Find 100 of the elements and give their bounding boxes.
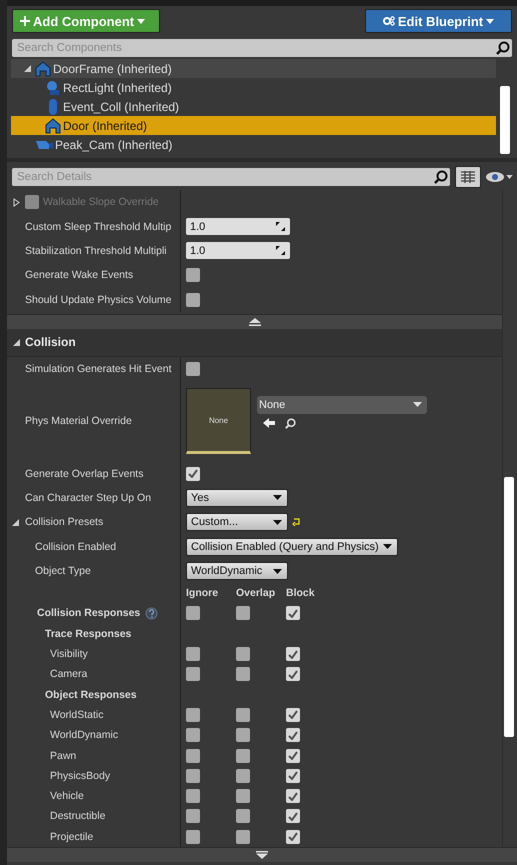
house-icon — [45, 118, 61, 134]
checkbox[interactable] — [236, 728, 250, 742]
property-label: PhysicsBody — [50, 770, 110, 782]
dropdown[interactable]: Custom... — [186, 513, 288, 532]
checkbox[interactable] — [186, 728, 200, 742]
property-label: Visibility — [50, 648, 88, 660]
search-components-field[interactable]: Search Components — [12, 39, 512, 57]
search-icon[interactable] — [285, 418, 296, 429]
expand-arrow-icon[interactable] — [12, 518, 19, 526]
checkbox[interactable] — [186, 466, 200, 481]
checkbox[interactable] — [286, 789, 300, 804]
checkbox[interactable] — [236, 809, 250, 824]
component-tree-item[interactable]: Peak_Cam (Inherited) — [11, 135, 496, 154]
component-tree-item[interactable]: DoorFrame (Inherited) — [11, 59, 496, 78]
checkbox[interactable] — [236, 789, 250, 804]
checkbox[interactable] — [286, 809, 300, 824]
checkbox[interactable] — [236, 830, 250, 844]
property-label: Stabilization Threshold Multipli — [25, 244, 167, 257]
component-tree-item[interactable]: Event_Coll (Inherited) — [11, 97, 496, 116]
checkbox[interactable] — [186, 830, 200, 844]
property-label: Can Character Step Up On — [25, 492, 152, 504]
property-label: WorldDynamic — [50, 729, 118, 742]
collapse-arrow-icon[interactable] — [248, 318, 260, 326]
expand-down-arrow-icon[interactable] — [256, 850, 268, 859]
property-label: Collision Presets — [25, 516, 104, 528]
property-label: Camera — [50, 668, 88, 680]
dropdown[interactable]: Collision Enabled (Query and Physics) — [186, 538, 398, 556]
property-label: Custom Sleep Threshold Multip — [25, 220, 172, 233]
left-arrow-icon[interactable] — [263, 418, 275, 428]
property-label: Destructible — [50, 810, 106, 822]
property-label: Vehicle — [50, 790, 84, 802]
checkbox[interactable] — [236, 708, 250, 722]
checkbox[interactable] — [236, 748, 250, 763]
search-details-field[interactable]: Search Details — [12, 168, 450, 186]
number-field[interactable]: 1.0 — [186, 242, 290, 260]
caret-icon — [273, 568, 282, 574]
visibility-button[interactable] — [486, 172, 513, 182]
checkbox[interactable] — [186, 292, 200, 307]
checkbox[interactable] — [286, 768, 300, 783]
checkbox[interactable] — [186, 606, 200, 620]
caret-icon — [413, 402, 422, 408]
caret-icon — [137, 18, 146, 24]
reset-arrow-icon[interactable] — [292, 518, 300, 526]
checkbox[interactable] — [186, 268, 200, 282]
house-icon — [35, 60, 51, 76]
search-icon — [496, 41, 510, 55]
property-label: Collision Enabled — [35, 540, 116, 553]
gears-icon — [382, 16, 395, 26]
caret-icon — [273, 495, 282, 500]
bulb-icon — [45, 80, 61, 96]
checkbox[interactable] — [186, 362, 200, 376]
property-label: Generate Overlap Events — [25, 468, 144, 480]
checkbox[interactable] — [236, 606, 250, 620]
checkbox[interactable] — [186, 809, 200, 824]
checkbox[interactable] — [286, 647, 300, 662]
asset-dropdown[interactable]: None — [257, 396, 427, 414]
section-label: Trace Responses — [45, 628, 132, 640]
section-label: Collision Responses — [37, 607, 140, 620]
checkbox[interactable] — [286, 667, 300, 682]
checkbox[interactable] — [186, 647, 200, 662]
number-field[interactable]: 1.0 — [186, 218, 290, 236]
checkbox[interactable] — [286, 728, 300, 742]
property-label: Generate Wake Events — [25, 269, 134, 282]
checkbox[interactable] — [186, 667, 200, 682]
dropdown[interactable]: WorldDynamic — [186, 562, 288, 580]
property-label: Pawn — [50, 750, 76, 762]
category-header[interactable]: Collision — [7, 328, 502, 357]
checkbox[interactable] — [186, 768, 200, 783]
list-icon — [461, 171, 475, 183]
checkbox[interactable] — [236, 667, 250, 682]
checkbox[interactable] — [186, 708, 200, 722]
material-thumbnail[interactable]: None — [186, 388, 251, 454]
scrollbar-thumb[interactable] — [500, 86, 510, 154]
component-tree-item[interactable]: RectLight (Inherited) — [11, 78, 496, 97]
property-label: Simulation Generates Hit Event — [25, 363, 172, 376]
edit-blueprint-button[interactable]: Edit Blueprint — [365, 9, 512, 33]
property-label: WorldStatic — [50, 708, 104, 721]
caret-icon — [506, 175, 513, 179]
dropdown[interactable]: Yes — [186, 488, 288, 507]
help-icon[interactable] — [145, 606, 158, 620]
checkbox[interactable] — [286, 830, 300, 844]
checkbox[interactable] — [236, 768, 250, 783]
property-label: Walkable Slope Override — [43, 196, 159, 208]
section-label: Object Responses — [45, 688, 137, 701]
property-label: Phys Material Override — [25, 415, 132, 428]
eye-icon — [486, 172, 504, 182]
checkbox[interactable] — [286, 748, 300, 763]
checkbox[interactable] — [236, 647, 250, 662]
checkbox[interactable] — [186, 789, 200, 804]
property-label: Projectile — [50, 830, 94, 843]
checkbox[interactable] — [286, 708, 300, 722]
checkbox[interactable] — [286, 606, 300, 620]
view-options-button[interactable] — [455, 166, 481, 188]
scrollbar-thumb[interactable] — [504, 476, 514, 737]
resize-arrows-icon — [276, 222, 285, 232]
caret-icon — [382, 544, 392, 550]
checkbox[interactable] — [186, 748, 200, 763]
component-tree-item[interactable]: Door (Inherited) — [11, 116, 496, 135]
caret-icon — [273, 520, 282, 525]
property-label: Should Update Physics Volume — [25, 294, 172, 306]
